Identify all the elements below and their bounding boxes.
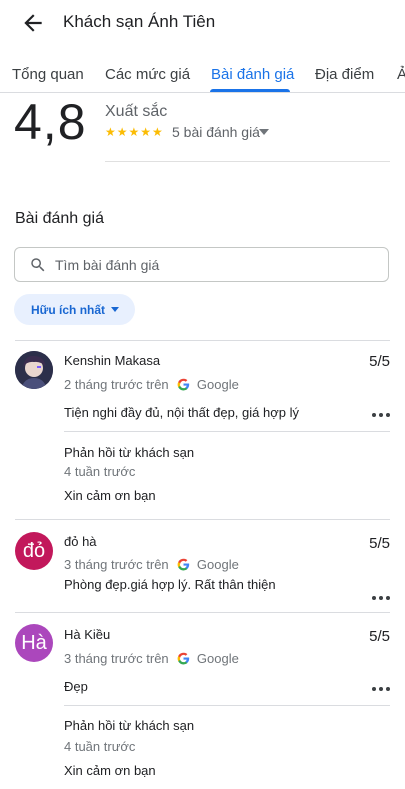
tab-reviews[interactable]: Bài đánh giá [211,66,294,83]
review-text: Phòng đẹp.giá hợp lý. Rất thân thiện [64,577,276,592]
divider [15,612,390,613]
google-logo-icon [177,652,190,665]
reviewer-name[interactable]: Kenshin Makasa [64,353,160,368]
star-rating: ★★★★★ [105,125,164,139]
more-options-icon[interactable] [372,687,390,691]
sort-label: Hữu ích nhất [31,303,106,317]
review-text: Đẹp [64,679,88,694]
search-placeholder: Tìm bài đánh giá [55,257,160,273]
review-rating: 5/5 [369,353,390,370]
reviewer-name[interactable]: đỏ hà [64,534,97,549]
review-text: Tiện nghi đầy đủ, nội thất đẹp, giá hợp … [64,405,299,420]
review-rating: 5/5 [369,628,390,645]
avatar[interactable]: Hà [15,624,53,662]
caret-down-icon[interactable] [259,129,269,135]
more-options-icon[interactable] [372,596,390,600]
google-logo-icon [177,558,190,571]
owner-reply-title: Phản hồi từ khách sạn [64,445,195,460]
tab-bar: Tổng quan Các mức giá Bài đánh giá Địa đ… [0,58,405,93]
owner-reply-date: 4 tuần trước [64,464,136,479]
review-source: Google [196,651,239,666]
review-time: 3 tháng trước trên [64,651,169,666]
tab-prices[interactable]: Các mức giá [105,66,190,83]
owner-reply-title: Phản hồi từ khách sạn [64,718,195,733]
score-label: Xuất sắc [105,103,168,120]
review-source: Google [196,557,239,572]
reviewer-name[interactable]: Hà Kiều [64,627,110,642]
owner-reply-text: Xin cảm ơn bạn [64,763,156,778]
google-logo-icon [177,378,190,391]
review-meta: 2 tháng trước trên Google [64,377,239,392]
review-time: 2 tháng trước trên [64,377,169,392]
active-tab-indicator [210,89,290,92]
review-meta: 3 tháng trước trên Google [64,651,239,666]
divider [64,431,390,432]
owner-reply-date: 4 tuần trước [64,739,136,754]
avatar[interactable]: đỏ [15,532,53,570]
review-meta: 3 tháng trước trên Google [64,557,239,572]
divider [105,161,390,162]
tab-photos[interactable]: Ả [397,66,405,83]
profile-photo-icon [15,351,53,389]
tab-overview[interactable]: Tổng quan [12,66,84,83]
reviews-heading: Bài đánh giá [15,210,104,227]
more-options-icon[interactable] [372,413,390,417]
divider [15,340,390,341]
divider [64,705,390,706]
review-rating: 5/5 [369,535,390,552]
divider [15,519,390,520]
avatar[interactable] [15,351,53,389]
top-app-bar: Khách sạn Ánh Tiên [0,0,405,46]
sort-dropdown[interactable]: Hữu ích nhất [14,294,135,325]
back-arrow-icon[interactable] [20,10,46,36]
tab-location[interactable]: Địa điểm [315,66,374,83]
caret-down-icon [111,307,119,312]
owner-reply-text: Xin cảm ơn bạn [64,488,156,503]
review-time: 3 tháng trước trên [64,557,169,572]
review-source: Google [196,377,239,392]
search-icon [31,258,45,272]
review-count[interactable]: 5 bài đánh giá [172,124,260,140]
review-search-input[interactable]: Tìm bài đánh giá [14,247,389,282]
page-title: Khách sạn Ánh Tiên [63,12,216,31]
overall-score: 4,8 [14,94,87,150]
